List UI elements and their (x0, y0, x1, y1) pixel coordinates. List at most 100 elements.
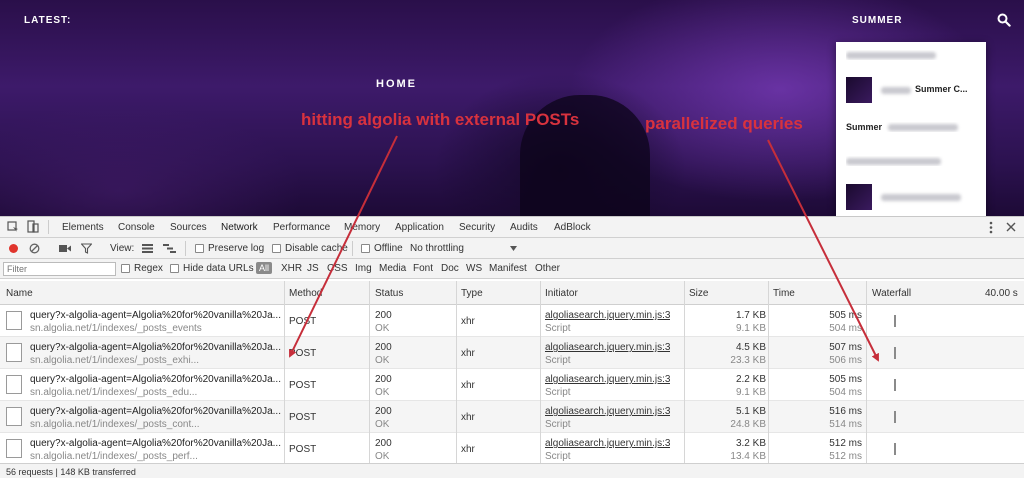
column-header-size[interactable]: Size (689, 288, 708, 299)
waterfall-bar (894, 443, 896, 455)
request-resource-size: 24.8 KB (730, 419, 766, 430)
table-row[interactable]: query?x-algolia-agent=Algolia%20for%20va… (0, 369, 1024, 401)
filter-type-xhr[interactable]: XHR (281, 263, 302, 274)
filter-type-ws[interactable]: WS (466, 263, 482, 274)
column-divider[interactable] (684, 281, 685, 463)
tab-sources[interactable]: Sources (170, 222, 207, 233)
request-type: xhr (461, 316, 475, 327)
tab-memory[interactable]: Memory (344, 222, 380, 233)
column-divider[interactable] (456, 281, 457, 463)
large-rows-icon[interactable] (142, 244, 153, 253)
tab-security[interactable]: Security (459, 222, 495, 233)
column-divider[interactable] (369, 281, 370, 463)
request-initiator-type: Script (545, 355, 571, 366)
filter-type-js[interactable]: JS (307, 263, 319, 274)
request-status: 200 (375, 374, 392, 385)
file-icon (6, 343, 22, 362)
disable-cache-checkbox[interactable] (272, 244, 281, 253)
column-divider[interactable] (284, 281, 285, 463)
hide-data-urls-label: Hide data URLs (183, 263, 254, 274)
regex-checkbox[interactable] (121, 264, 130, 273)
overview-icon[interactable] (163, 244, 176, 253)
tab-elements[interactable]: Elements (62, 222, 104, 233)
clear-icon[interactable] (29, 243, 40, 254)
column-header-initiator[interactable]: Initiator (545, 288, 578, 299)
request-initiator-link[interactable]: algoliasearch.jquery.min.js:3 (545, 310, 670, 321)
request-initiator-link[interactable]: algoliasearch.jquery.min.js:3 (545, 342, 670, 353)
chevron-down-icon[interactable] (510, 246, 517, 251)
nav-home[interactable]: HOME (376, 78, 417, 90)
column-divider[interactable] (866, 281, 867, 463)
filter-type-media[interactable]: Media (379, 263, 406, 274)
column-divider[interactable] (768, 281, 769, 463)
filter-all-button[interactable]: All (256, 262, 273, 274)
column-header-status[interactable]: Status (375, 288, 403, 299)
column-header-method[interactable]: Method (289, 288, 322, 299)
search-icon[interactable] (997, 13, 1011, 27)
file-icon (6, 407, 22, 426)
column-header-time[interactable]: Time (773, 288, 795, 299)
request-resource-size: 23.3 KB (730, 355, 766, 366)
table-row[interactable]: query?x-algolia-agent=Algolia%20for%20va… (0, 337, 1024, 369)
view-label: View: (110, 243, 135, 254)
filter-type-doc[interactable]: Doc (441, 263, 459, 274)
dropdown-item[interactable] (846, 156, 978, 166)
toolbar-divider (185, 241, 186, 256)
throttling-select[interactable]: No throttling (410, 243, 464, 254)
filter-type-other[interactable]: Other (535, 263, 560, 274)
filter-type-img[interactable]: Img (355, 263, 372, 274)
column-header-name[interactable]: Name (6, 288, 33, 299)
tab-console[interactable]: Console (118, 222, 155, 233)
request-name: query?x-algolia-agent=Algolia%20for%20va… (30, 374, 281, 385)
dropdown-item[interactable]: Summer C... (846, 77, 978, 103)
request-initiator-link[interactable]: algoliasearch.jquery.min.js:3 (545, 406, 670, 417)
waterfall-scale: 40.00 s (985, 288, 1018, 299)
tab-adblock[interactable]: AdBlock (554, 222, 591, 233)
nav-summer[interactable]: SUMMER (852, 15, 902, 26)
request-initiator-link[interactable]: algoliasearch.jquery.min.js:3 (545, 438, 670, 449)
request-status: 200 (375, 438, 392, 449)
offline-label: Offline (374, 243, 403, 254)
filter-type-font[interactable]: Font (413, 263, 433, 274)
filter-type-css[interactable]: CSS (327, 263, 348, 274)
column-header-type[interactable]: Type (461, 288, 483, 299)
preserve-log-checkbox[interactable] (195, 244, 204, 253)
annotation-parallelized-queries: parallelized queries (645, 114, 803, 133)
record-icon[interactable] (9, 244, 18, 253)
filter-type-manifest[interactable]: Manifest (489, 263, 527, 274)
result-thumbnail (846, 184, 872, 210)
waterfall-bar (894, 411, 896, 423)
tab-audits[interactable]: Audits (510, 222, 538, 233)
request-initiator-type: Script (545, 419, 571, 430)
device-toolbar-icon[interactable] (27, 220, 39, 234)
table-row[interactable]: query?x-algolia-agent=Algolia%20for%20va… (0, 305, 1024, 337)
column-header-waterfall[interactable]: Waterfall (872, 288, 911, 299)
dropdown-item[interactable]: Summer (846, 122, 978, 132)
column-divider[interactable] (540, 281, 541, 463)
filter-funnel-icon[interactable] (81, 243, 92, 254)
hide-data-urls-checkbox[interactable] (170, 264, 179, 273)
request-type: xhr (461, 444, 475, 455)
tab-performance[interactable]: Performance (273, 222, 330, 233)
offline-checkbox[interactable] (361, 244, 370, 253)
request-initiator-link[interactable]: algoliasearch.jquery.min.js:3 (545, 374, 670, 385)
tab-network[interactable]: Network (221, 222, 258, 233)
table-row[interactable]: query?x-algolia-agent=Algolia%20for%20va… (0, 401, 1024, 433)
request-size: 5.1 KB (735, 406, 766, 417)
close-icon[interactable] (1006, 222, 1016, 232)
dropdown-item[interactable] (846, 50, 978, 60)
more-menu-icon[interactable] (989, 221, 993, 234)
request-latency: 506 ms (829, 355, 862, 366)
request-time: 505 ms (829, 310, 862, 321)
video-camera-icon[interactable] (59, 244, 71, 253)
tab-application[interactable]: Application (395, 222, 444, 233)
request-name: query?x-algolia-agent=Algolia%20for%20va… (30, 310, 281, 321)
request-method: POST (289, 316, 317, 327)
network-filterbar: Regex Hide data URLs All XHR JS CSS Img … (0, 259, 1024, 279)
network-status-bar: 56 requests | 148 KB transferred (0, 463, 1024, 478)
filter-input[interactable] (3, 262, 116, 276)
table-row[interactable]: query?x-algolia-agent=Algolia%20for%20va… (0, 433, 1024, 463)
inspect-element-icon[interactable] (7, 221, 19, 233)
dropdown-item[interactable] (846, 184, 978, 210)
request-initiator-type: Script (545, 323, 571, 334)
